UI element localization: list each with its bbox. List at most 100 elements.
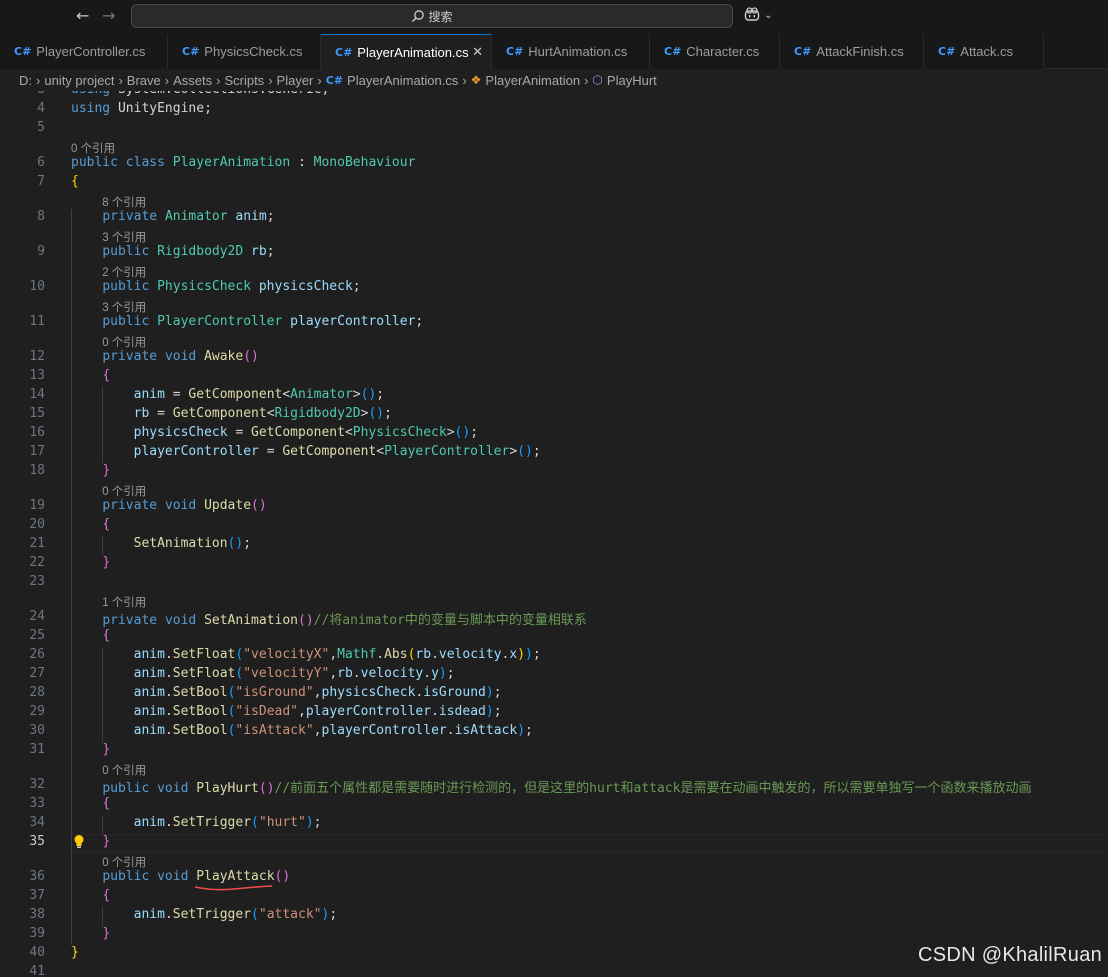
- references-codelens[interactable]: 0 个引用: [102, 854, 146, 870]
- code-text: physicsCheck = GetComponent<PhysicsCheck…: [133, 425, 479, 440]
- code-line[interactable]: 5: [0, 120, 1108, 139]
- breadcrumb-folder[interactable]: Player: [277, 73, 314, 88]
- line-number: 34: [29, 815, 45, 830]
- references-codelens[interactable]: 1 个引用: [102, 594, 146, 610]
- code-line[interactable]: 28 anim.SetBool("isGround",physicsCheck.…: [0, 685, 1108, 704]
- chevron-down-icon[interactable]: ⌄: [764, 10, 772, 21]
- code-line[interactable]: 36 public void PlayAttack(): [0, 869, 1108, 891]
- code-line[interactable]: 14 anim = GetComponent<Animator>();: [0, 387, 1108, 406]
- code-line[interactable]: 30 anim.SetBool("isAttack",playerControl…: [0, 723, 1108, 742]
- command-center-search[interactable]: 搜索: [131, 4, 733, 28]
- breadcrumb-folder[interactable]: unity project: [44, 73, 114, 88]
- code-line[interactable]: 10 public PhysicsCheck physicsCheck;: [0, 279, 1108, 298]
- csharp-file-icon: C#: [664, 45, 682, 58]
- breadcrumb-folder[interactable]: Brave: [127, 73, 161, 88]
- code-text: {: [102, 796, 111, 811]
- code-line[interactable]: 27 anim.SetFloat("velocityY",rb.velocity…: [0, 666, 1108, 685]
- arrow-right-icon[interactable]: →: [102, 7, 115, 25]
- references-codelens[interactable]: 8 个引用: [102, 194, 146, 210]
- line-number: 41: [29, 964, 45, 977]
- code-line[interactable]: 26 anim.SetFloat("velocityX",Mathf.Abs(r…: [0, 647, 1108, 666]
- code-line[interactable]: 23: [0, 574, 1108, 593]
- code-line[interactable]: 34 anim.SetTrigger("hurt");: [0, 815, 1108, 834]
- lightbulb-icon[interactable]: [73, 834, 85, 850]
- code-lens: 0 个引用: [0, 761, 1108, 777]
- code-text: public PhysicsCheck physicsCheck;: [102, 279, 361, 294]
- references-codelens[interactable]: 2 个引用: [102, 264, 146, 280]
- code-text: {: [102, 888, 111, 903]
- tab-physicscheck-cs[interactable]: C# PhysicsCheck.cs: [168, 34, 321, 69]
- code-line[interactable]: 38 anim.SetTrigger("attack");: [0, 907, 1108, 926]
- code-line[interactable]: 17 playerController = GetComponent<Playe…: [0, 444, 1108, 463]
- code-line[interactable]: 22 }: [0, 555, 1108, 574]
- references-codelens[interactable]: 0 个引用: [102, 762, 146, 778]
- code-line[interactable]: 15 rb = GetComponent<Rigidbody2D>();: [0, 406, 1108, 425]
- line-number: 32: [29, 777, 45, 792]
- code-text: anim.SetBool("isDead",playerController.i…: [133, 704, 502, 719]
- references-codelens[interactable]: 3 个引用: [102, 299, 146, 315]
- code-line[interactable]: 35 }: [0, 834, 1108, 853]
- tab-attack-cs[interactable]: C# Attack.cs: [924, 34, 1044, 69]
- tab-hurtanimation-cs[interactable]: C# HurtAnimation.cs: [492, 34, 650, 69]
- code-line[interactable]: 32 public void PlayHurt()//前面五个属性都是需要随时进…: [0, 777, 1108, 796]
- code-line[interactable]: 20 {: [0, 517, 1108, 536]
- references-codelens[interactable]: 0 个引用: [102, 334, 146, 350]
- tab-attackfinish-cs[interactable]: C# AttackFinish.cs: [780, 34, 924, 69]
- code-line[interactable]: 11 public PlayerController playerControl…: [0, 314, 1108, 333]
- chevron-right-icon: ›: [317, 72, 322, 88]
- line-number: 17: [29, 444, 45, 459]
- code-line[interactable]: 13 {: [0, 368, 1108, 387]
- tab-playeranimation-cs[interactable]: C# PlayerAnimation.cs ✕: [321, 34, 492, 70]
- breadcrumb-folder[interactable]: Assets: [173, 73, 212, 88]
- tab-playercontroller-cs[interactable]: C# PlayerController.cs: [0, 34, 168, 69]
- breadcrumb-class[interactable]: PlayerAnimation: [485, 73, 580, 88]
- code-line[interactable]: 3 using System.Collections.Generic;: [0, 91, 1108, 101]
- code-line[interactable]: 25 {: [0, 628, 1108, 647]
- line-number: 40: [29, 945, 45, 960]
- references-codelens[interactable]: 0 个引用: [71, 140, 115, 156]
- code-line[interactable]: 33 {: [0, 796, 1108, 815]
- references-codelens[interactable]: 3 个引用: [102, 229, 146, 245]
- watermark: CSDN @KhalilRuan: [918, 944, 1103, 966]
- code-line[interactable]: 19 private void Update(): [0, 498, 1108, 517]
- code-line[interactable]: 31 }: [0, 742, 1108, 761]
- code-text: private void SetAnimation()//将animator中的…: [102, 613, 587, 628]
- line-number: 22: [29, 555, 45, 570]
- code-line[interactable]: 39 }: [0, 926, 1108, 945]
- line-number: 13: [29, 368, 45, 383]
- code-editor[interactable]: 3 using System.Collections.Generic; 4 using…: [0, 91, 1108, 977]
- copilot-icon[interactable]: ⌄: [744, 7, 773, 25]
- code-line[interactable]: 37 {: [0, 888, 1108, 907]
- tab-label: PhysicsCheck.cs: [204, 44, 303, 59]
- code-text: anim.SetTrigger("attack");: [133, 907, 338, 922]
- indent-guide: [102, 907, 103, 926]
- code-line[interactable]: 29 anim.SetBool("isDead",playerControlle…: [0, 704, 1108, 723]
- code-line[interactable]: 21 SetAnimation();: [0, 536, 1108, 555]
- code-line[interactable]: 18 }: [0, 463, 1108, 482]
- tab-label: PlayerController.cs: [36, 44, 146, 59]
- breadcrumb-file[interactable]: PlayerAnimation.cs: [347, 73, 458, 88]
- search-icon: [412, 10, 425, 22]
- code-line[interactable]: 6 public class PlayerAnimation : MonoBeha…: [0, 155, 1108, 174]
- code-line[interactable]: 9 public Rigidbody2D rb;: [0, 244, 1108, 263]
- code-line[interactable]: 12 private void Awake(): [0, 349, 1108, 368]
- breadcrumb-folder[interactable]: Scripts: [224, 73, 264, 88]
- line-number: 20: [29, 517, 45, 532]
- code-line[interactable]: 16 physicsCheck = GetComponent<PhysicsCh…: [0, 425, 1108, 444]
- references-codelens[interactable]: 0 个引用: [102, 483, 146, 499]
- code-text: }: [71, 945, 79, 960]
- line-number: 28: [29, 685, 45, 700]
- breadcrumb-drive[interactable]: D:: [19, 73, 32, 88]
- code-text: anim.SetFloat("velocityX",Mathf.Abs(rb.v…: [133, 647, 541, 662]
- code-line[interactable]: 7{: [0, 174, 1108, 193]
- code-line[interactable]: 24 private void SetAnimation()//将animato…: [0, 609, 1108, 628]
- close-icon[interactable]: ✕: [472, 44, 483, 60]
- arrow-left-icon[interactable]: ←: [76, 7, 89, 25]
- chevron-right-icon: ›: [164, 72, 170, 88]
- code-text: }: [102, 463, 111, 478]
- breadcrumb-method[interactable]: PlayHurt: [607, 73, 657, 88]
- code-line[interactable]: 4 using UnityEngine;: [0, 101, 1108, 120]
- tab-character-cs[interactable]: C# Character.cs: [650, 34, 780, 69]
- code-text: anim = GetComponent<Animator>();: [133, 387, 385, 402]
- code-line[interactable]: 8 private Animator anim;: [0, 209, 1108, 228]
